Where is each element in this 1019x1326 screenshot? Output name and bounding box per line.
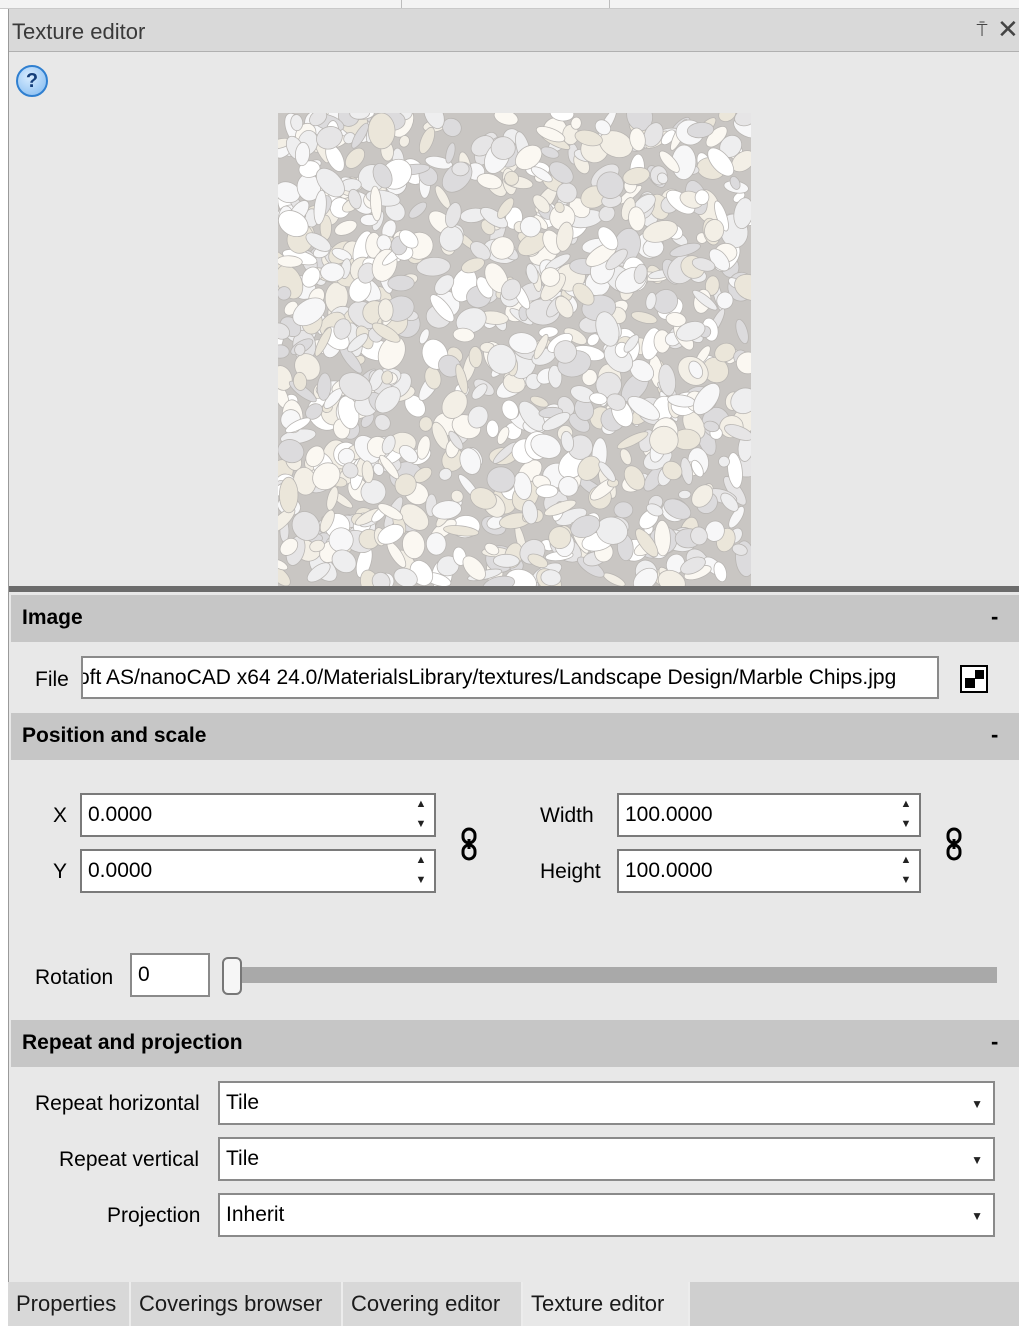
- chevron-down-icon[interactable]: ▼: [971, 1195, 983, 1237]
- x-input[interactable]: 0.0000 ▲ ▼: [80, 793, 436, 837]
- section-title: Image: [22, 606, 83, 629]
- close-icon[interactable]: ✕: [997, 16, 1019, 42]
- link-xy-icon[interactable]: [461, 827, 477, 861]
- section-title: Repeat and projection: [22, 1031, 243, 1054]
- pebble: [320, 262, 345, 283]
- pebble: [678, 489, 692, 500]
- help-icon[interactable]: ?: [16, 65, 48, 97]
- tab-properties[interactable]: Properties: [8, 1282, 131, 1326]
- repeat-vertical-value: Tile: [226, 1147, 260, 1170]
- texture-preview: [278, 113, 751, 586]
- chevron-down-icon[interactable]: ▼: [971, 1139, 983, 1181]
- rotation-input[interactable]: 0: [130, 953, 210, 997]
- file-label: File: [35, 668, 69, 691]
- bottom-tab-bar: Properties Coverings browser Covering ed…: [8, 1282, 1019, 1326]
- browse-file-icon[interactable]: [960, 665, 988, 693]
- tab-texture-editor[interactable]: Texture editor: [523, 1282, 690, 1326]
- file-path-value: oft AS/nanoCAD x64 24.0/MaterialsLibrary…: [81, 666, 897, 689]
- pebble: [613, 501, 634, 519]
- top-tab-strip: [0, 0, 1019, 9]
- pebble: [377, 298, 394, 322]
- top-strip-divider: [401, 0, 402, 8]
- splitter[interactable]: [9, 586, 1019, 592]
- projection-label: Projection: [107, 1204, 201, 1227]
- y-spinner[interactable]: ▲ ▼: [414, 855, 428, 889]
- rotation-value: 0: [138, 963, 150, 986]
- chevron-down-icon[interactable]: ▼: [971, 1083, 983, 1125]
- rotation-slider-track[interactable]: [237, 967, 997, 983]
- pebble: [540, 267, 561, 287]
- width-value: 100.0000: [625, 803, 713, 826]
- repeat-horizontal-select[interactable]: Tile ▼: [218, 1081, 995, 1125]
- y-input[interactable]: 0.0000 ▲ ▼: [80, 849, 436, 893]
- image-section-header[interactable]: Image -: [11, 595, 1019, 642]
- pebble: [278, 476, 299, 514]
- x-value: 0.0000: [88, 803, 153, 826]
- width-spinner[interactable]: ▲ ▼: [899, 799, 913, 833]
- repeat-vertical-select[interactable]: Tile ▼: [218, 1137, 995, 1181]
- height-value: 100.0000: [625, 859, 713, 882]
- pin-icon[interactable]: ⍑: [974, 21, 990, 39]
- height-input[interactable]: 100.0000 ▲ ▼: [617, 849, 921, 893]
- width-label: Width: [540, 804, 594, 827]
- file-path-field[interactable]: oft AS/nanoCAD x64 24.0/MaterialsLibrary…: [81, 656, 939, 699]
- height-label: Height: [540, 860, 601, 883]
- link-size-icon[interactable]: [946, 827, 962, 861]
- height-spinner[interactable]: ▲ ▼: [899, 855, 913, 889]
- y-label: Y: [53, 860, 68, 883]
- collapse-icon[interactable]: -: [991, 1029, 998, 1055]
- x-label: X: [53, 804, 68, 827]
- y-value: 0.0000: [88, 859, 153, 882]
- marble-chips-texture: [278, 113, 751, 586]
- projection-value: Inherit: [226, 1203, 285, 1226]
- texture-editor-panel: Texture editor ⍑ ✕ ? Image - File oft AS…: [8, 9, 1019, 1282]
- pebble: [649, 425, 679, 455]
- panel-title: Texture editor: [12, 19, 146, 44]
- tab-coverings-browser[interactable]: Coverings browser: [131, 1282, 343, 1326]
- collapse-icon[interactable]: -: [991, 604, 998, 630]
- position-section-header[interactable]: Position and scale -: [11, 713, 1019, 760]
- repeat-vertical-label: Repeat vertical: [59, 1148, 200, 1171]
- panel-title-bar: Texture editor ⍑ ✕: [9, 9, 1019, 52]
- repeat-section-header[interactable]: Repeat and projection -: [11, 1020, 1019, 1067]
- repeat-horizontal-label: Repeat horizontal: [35, 1092, 200, 1115]
- repeat-horizontal-value: Tile: [226, 1091, 260, 1114]
- top-strip-divider: [609, 0, 610, 8]
- x-spinner[interactable]: ▲ ▼: [414, 799, 428, 833]
- pebble: [493, 553, 520, 568]
- collapse-icon[interactable]: -: [991, 722, 998, 748]
- pebble: [387, 274, 415, 292]
- tab-covering-editor[interactable]: Covering editor: [343, 1282, 523, 1326]
- rotation-slider-thumb[interactable]: [222, 957, 242, 995]
- projection-select[interactable]: Inherit ▼: [218, 1193, 995, 1237]
- rotation-label: Rotation: [35, 966, 114, 989]
- pebble: [367, 113, 396, 150]
- width-input[interactable]: 100.0000 ▲ ▼: [617, 793, 921, 837]
- section-title: Position and scale: [22, 724, 207, 747]
- pebble: [535, 484, 559, 499]
